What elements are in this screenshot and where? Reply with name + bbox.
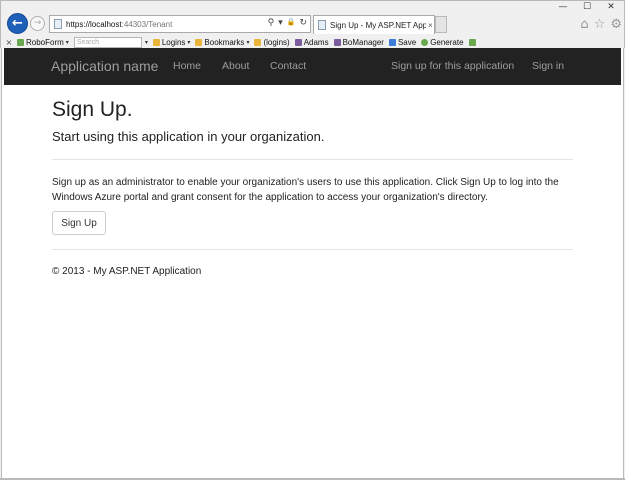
browser-chrome: — ☐ ✕ ← → https://localhost:44303/Tenant… (0, 0, 625, 48)
address-bar[interactable]: https://localhost:44303/Tenant ⚲ ▾ 🔒 ↻ (49, 15, 311, 33)
back-button[interactable]: ← (7, 13, 28, 34)
logins-folder-label: (logins) (263, 37, 290, 47)
search-icon[interactable]: ⚲ (268, 18, 275, 28)
bookmarks-icon (195, 38, 203, 46)
back-arrow-icon: ← (12, 16, 23, 31)
chevron-down-icon[interactable]: ▾ (278, 18, 283, 28)
bookmarks-menu[interactable]: Bookmarks ▾ (195, 38, 249, 47)
nav-signin-link[interactable]: Sign in (532, 60, 564, 72)
maximize-icon[interactable]: ☐ (578, 2, 596, 12)
home-link[interactable] (468, 38, 478, 46)
nav-about-link[interactable]: About (222, 60, 249, 72)
gear-icon[interactable]: ⚙ (610, 17, 622, 32)
page-title: Sign Up. (52, 98, 133, 121)
adams-link[interactable]: Adams (294, 37, 329, 47)
home-icon[interactable]: ⌂ (580, 17, 588, 32)
tab-title: Sign Up - My ASP.NET Appl... (330, 20, 426, 30)
browser-toolbar-icons: ⌂ ☆ ⚙ (580, 17, 622, 32)
roboform-icon (17, 38, 24, 46)
bookmarks-label: Bookmarks (204, 37, 245, 47)
folder-icon (254, 38, 262, 46)
chevron-down-icon[interactable]: ▾ (145, 39, 148, 46)
save-link[interactable]: Save (388, 37, 417, 47)
bomanager-label: BoManager (342, 37, 384, 47)
signup-description: Sign up as an administrator to enable yo… (52, 177, 559, 203)
favorites-bar: × RoboForm ▾ Search ▾ Logins ▾ Bookmarks… (1, 35, 625, 49)
save-label: Save (397, 37, 417, 47)
bomanager-link[interactable]: BoManager (333, 37, 384, 47)
chevron-down-icon: ▾ (65, 39, 69, 46)
window-caption-buttons: — ☐ ✕ (554, 2, 620, 12)
browser-nav-row: ← → https://localhost:44303/Tenant ⚲ ▾ 🔒… (1, 13, 625, 35)
site-navbar: Application name Home About Contact Sign… (4, 48, 621, 85)
bomanager-icon (333, 38, 341, 46)
footer-copyright: © 2013 - My ASP.NET Application (52, 266, 202, 277)
tab-close-icon[interactable]: × (428, 21, 433, 30)
chevron-down-icon: ▾ (187, 39, 191, 46)
close-icon[interactable]: ✕ (602, 2, 620, 12)
footer-divider (52, 249, 573, 250)
page-favicon-icon (54, 19, 62, 29)
minimize-icon[interactable]: — (554, 2, 572, 12)
generate-link[interactable]: Generate (421, 37, 464, 47)
logins-menu[interactable]: Logins ▾ (152, 37, 191, 47)
logins-icon (152, 38, 160, 46)
browser-tab-active[interactable]: Sign Up - My ASP.NET Appl... × (313, 15, 435, 34)
address-host: https://localhost (66, 19, 122, 29)
adams-icon (294, 38, 302, 46)
logins-label: Logins (161, 37, 186, 47)
nav-home-link[interactable]: Home (173, 60, 201, 72)
home-icon (468, 38, 476, 46)
address-bar-icons: ⚲ ▾ 🔒 ↻ (268, 18, 307, 28)
navbar-brand-link[interactable]: Application name (51, 58, 158, 74)
chevron-down-icon: ▾ (246, 39, 250, 46)
roboform-menu[interactable]: RoboForm ▾ (17, 38, 69, 47)
favorites-star-icon[interactable]: ☆ (594, 17, 606, 32)
address-path: :44303/Tenant (121, 19, 173, 29)
logins-folder-link[interactable]: (logins) (254, 37, 290, 47)
forward-button[interactable]: → (30, 16, 45, 31)
adams-label: Adams (303, 37, 329, 47)
forward-arrow-icon: → (33, 18, 42, 28)
divider (52, 159, 573, 160)
tab-favicon-icon (318, 20, 326, 30)
generate-label: Generate (430, 37, 464, 47)
save-icon (388, 38, 396, 46)
refresh-icon[interactable]: ↻ (299, 18, 307, 28)
lock-icon[interactable]: 🔒 (287, 18, 296, 28)
new-tab-button[interactable] (435, 16, 447, 33)
page-lead: Start using this application in your org… (52, 129, 325, 144)
roboform-search-input[interactable]: Search (73, 36, 142, 48)
favorites-bar-close-icon[interactable]: × (1, 38, 17, 47)
nav-signup-link[interactable]: Sign up for this application (391, 60, 514, 72)
signup-button[interactable]: Sign Up (52, 211, 106, 235)
nav-contact-link[interactable]: Contact (270, 60, 306, 72)
generate-icon (421, 38, 429, 46)
roboform-label: RoboForm (26, 37, 64, 47)
